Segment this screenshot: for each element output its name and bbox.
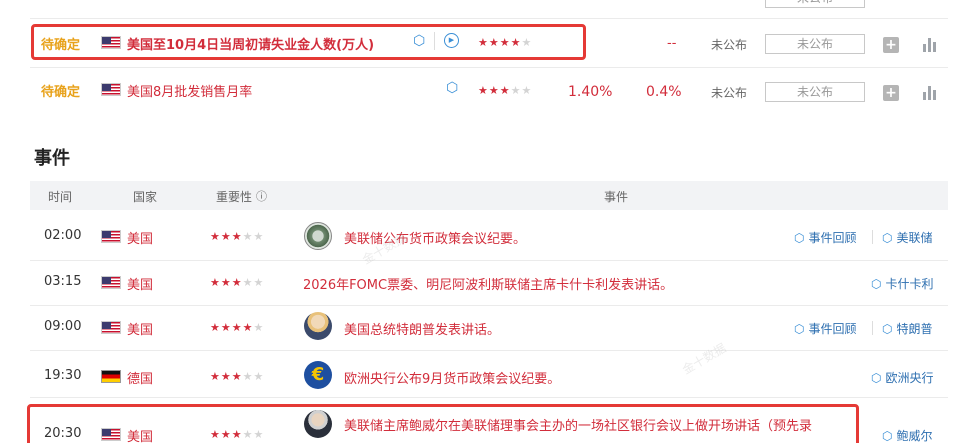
actual-value-box: 未公布 [765,34,865,54]
divider [872,321,873,335]
row-divider [30,350,948,351]
forecast-value: -- [667,36,677,51]
importance-stars: ★★★★★ [210,428,265,441]
divider [434,32,435,50]
header-event: 事件 [604,190,629,204]
row-divider [30,397,948,398]
event-time: 20:30 [44,426,82,441]
header-time: 时间 [48,190,73,204]
us-flag-icon [101,321,121,334]
event-time: 03:15 [44,274,82,289]
event-review-link[interactable]: ⬡ 事件回顾 [794,229,857,246]
cube-icon: ⬡ [882,322,893,336]
event-text[interactable]: 美国总统特朗普发表讲话。 [344,319,500,338]
status-label: 待确定 [41,38,81,53]
fed-seal-icon [304,222,332,250]
section-title: 事件 [34,148,70,169]
portrait-avatar [304,410,332,438]
tag-link[interactable]: ⬡ 欧洲央行 [871,369,934,386]
watermark: 金十数据 [679,340,729,377]
row-divider [30,67,948,68]
event-country: 美国 [127,278,154,293]
event-text[interactable]: 欧洲央行公布9月货币政策会议纪要。 [344,368,560,387]
actual-value-box-partial: 未公布 [765,0,865,8]
actual-status: 未公布 [711,86,748,100]
importance-stars: ★★★★★ [210,230,265,243]
event-country: 德国 [127,372,154,387]
forecast-value: 0.4% [646,84,682,100]
cube-icon[interactable]: ⬡ [413,33,425,49]
cube-icon: ⬡ [871,277,882,291]
importance-stars: ★★★★★ [210,321,265,334]
row-divider [30,305,948,306]
indicator-name[interactable]: 美国至10月4日当周初请失业金人数(万人) [127,34,374,53]
us-flag-icon [101,36,121,49]
bar-chart-icon[interactable] [922,36,938,52]
header-importance: 重要性 [216,190,253,204]
info-icon[interactable]: ⓘ [256,188,267,204]
status-label: 待确定 [41,85,81,100]
bar-chart-icon[interactable] [922,84,938,100]
event-time: 02:00 [44,228,82,243]
event-time: 19:30 [44,368,82,383]
importance-stars: ★★★★★ [210,370,265,383]
cube-icon: ⬡ [882,429,893,443]
us-flag-icon [101,83,121,96]
play-icon[interactable]: ▶ [444,33,459,48]
cube-icon: ⬡ [794,322,805,336]
event-text[interactable]: 2026年FOMC票委、明尼阿波利斯联储主席卡什卡利发表讲话。 [303,274,673,293]
event-text[interactable]: 美联储主席鲍威尔在美联储理事会主办的一场社区银行会议上做开场讲话（预先录 [344,415,812,434]
us-flag-icon [101,428,121,441]
add-button[interactable]: + [883,37,899,53]
cube-icon[interactable]: ⬡ [446,80,458,96]
row-divider [30,18,948,19]
tag-link[interactable]: ⬡ 特朗普 [882,320,933,337]
actual-value-box: 未公布 [765,82,865,102]
indicator-name[interactable]: 美国8月批发销售月率 [127,81,252,100]
actual-status: 未公布 [711,38,748,52]
us-flag-icon [101,230,121,243]
previous-value: 1.40% [568,84,613,100]
add-button[interactable]: + [883,85,899,101]
euro-icon: € [304,361,332,389]
germany-flag-icon [101,370,121,383]
event-text[interactable]: 美联储公布货币政策会议纪要。 [344,228,526,247]
event-time: 09:00 [44,319,82,334]
tag-link[interactable]: ⬡ 卡什卡利 [871,275,934,292]
importance-stars: ★★★★★ [478,84,533,97]
row-divider [30,260,948,261]
header-country: 国家 [133,190,158,204]
event-review-link[interactable]: ⬡ 事件回顾 [794,320,857,337]
cube-icon: ⬡ [794,231,805,245]
event-country: 美国 [127,323,154,338]
event-country: 美国 [127,232,154,247]
tag-link[interactable]: ⬡ 鲍威尔 [882,427,933,443]
us-flag-icon [101,276,121,289]
table-header [30,181,948,210]
portrait-avatar [304,312,332,340]
cube-icon: ⬡ [882,231,893,245]
event-country: 美国 [127,430,154,443]
divider [872,230,873,244]
cube-icon: ⬡ [871,371,882,385]
importance-stars: ★★★★★ [478,36,533,49]
importance-stars: ★★★★★ [210,276,265,289]
tag-link[interactable]: ⬡ 美联储 [882,229,933,246]
